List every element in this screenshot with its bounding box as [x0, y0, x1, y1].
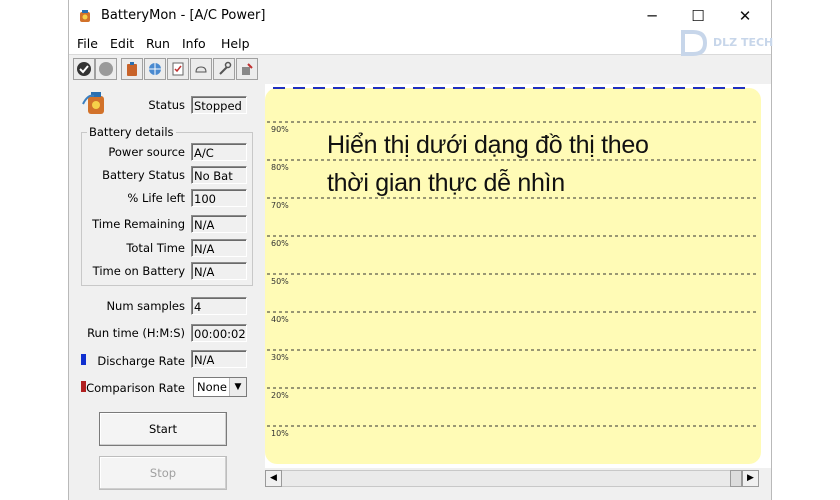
num-samples-label: Num samples — [106, 299, 185, 313]
menu-file[interactable]: File — [77, 36, 98, 51]
gridline-label: 80% — [271, 163, 289, 172]
gridline-label: 70% — [271, 201, 289, 210]
overlay-caption: Hiển thị dưới dạng đồ thị theo thời gian… — [327, 126, 747, 202]
minimize-button[interactable]: ─ — [635, 4, 669, 28]
discharge-rate-value: N/A — [191, 350, 247, 368]
comparison-rate-select[interactable]: None ▼ — [193, 377, 247, 397]
app-battery-icon — [80, 10, 90, 22]
watermark-d-icon — [681, 30, 708, 56]
run-time-value: 00:00:02 — [191, 324, 247, 342]
close-button[interactable]: ✕ — [728, 4, 762, 28]
menu-help[interactable]: Help — [221, 36, 250, 51]
scroll-thumb[interactable] — [730, 470, 742, 487]
gridline-label: 30% — [271, 353, 289, 362]
tools-icon[interactable] — [213, 58, 235, 80]
menu-edit[interactable]: Edit — [110, 36, 134, 51]
cloud-icon[interactable] — [190, 58, 212, 80]
time-remaining-value: N/A — [191, 215, 247, 233]
gridline-label: 10% — [271, 429, 289, 438]
batterymon-window: BatteryMon - [A/C Power] ─ ☐ ✕ File Edit… — [68, 0, 773, 500]
menu-bar: File Edit Run Info Help — [69, 32, 771, 55]
start-button[interactable]: Start — [99, 412, 227, 446]
run-time-label: Run time (H:M:S) — [87, 326, 185, 340]
time-on-battery-value: N/A — [191, 262, 247, 280]
stop-button[interactable]: Stop — [99, 456, 227, 490]
watermark-logo: DLZ TECH — [679, 26, 799, 60]
left-panel: Status Stopped Battery details Power sou… — [69, 84, 269, 500]
time-on-battery-label: Time on Battery — [92, 264, 185, 278]
window-title: BatteryMon - [A/C Power] — [101, 8, 266, 23]
overlay-caption-line2: thời gian thực dễ nhìn — [327, 169, 565, 197]
graph-horizontal-scrollbar[interactable]: ◀ ▶ — [265, 470, 759, 487]
settings-icon[interactable] — [236, 58, 258, 80]
gridline-label: 60% — [271, 239, 289, 248]
maximize-button[interactable]: ☐ — [681, 4, 715, 28]
status-value: Stopped — [191, 96, 247, 114]
scroll-left-icon[interactable]: ◀ — [265, 470, 282, 487]
gridline-label: 40% — [271, 315, 289, 324]
battery-details-title: Battery details — [87, 125, 176, 139]
stop-circle-icon[interactable] — [95, 58, 117, 80]
scroll-right-icon[interactable]: ▶ — [742, 470, 759, 487]
watermark-text: DLZ TECH — [713, 36, 774, 49]
power-source-label: Power source — [108, 145, 185, 159]
overlay-caption-line1: Hiển thị dưới dạng đồ thị theo — [327, 131, 649, 159]
total-time-label: Total Time — [126, 241, 185, 255]
comparison-rate-selected: None — [197, 380, 228, 394]
status-label: Status — [148, 98, 185, 112]
battery-status-icon — [82, 92, 104, 114]
gridline-label: 50% — [271, 277, 289, 286]
title-bar: BatteryMon - [A/C Power] ─ ☐ ✕ — [69, 0, 771, 32]
globe-icon[interactable] — [144, 58, 166, 80]
check-icon[interactable] — [73, 58, 95, 80]
chevron-down-icon: ▼ — [229, 378, 246, 396]
life-left-label: % Life left — [127, 191, 185, 205]
life-left-value: 100 — [191, 189, 247, 207]
power-source-value: A/C — [191, 143, 247, 161]
battery-status-value: No Bat — [191, 166, 247, 184]
menu-run[interactable]: Run — [146, 36, 170, 51]
gridline-label: 90% — [271, 125, 289, 134]
battery-icon[interactable] — [121, 58, 143, 80]
total-time-value: N/A — [191, 239, 247, 257]
num-samples-value: 4 — [191, 297, 247, 315]
menu-info[interactable]: Info — [182, 36, 206, 51]
comparison-rate-label: Comparison Rate — [86, 381, 185, 395]
toolbar — [69, 56, 771, 84]
checklist-icon[interactable] — [167, 58, 189, 80]
time-remaining-label: Time Remaining — [92, 217, 185, 231]
discharge-rate-label: Discharge Rate — [97, 354, 185, 368]
battery-status-label: Battery Status — [102, 168, 185, 182]
gridline-label: 20% — [271, 391, 289, 400]
